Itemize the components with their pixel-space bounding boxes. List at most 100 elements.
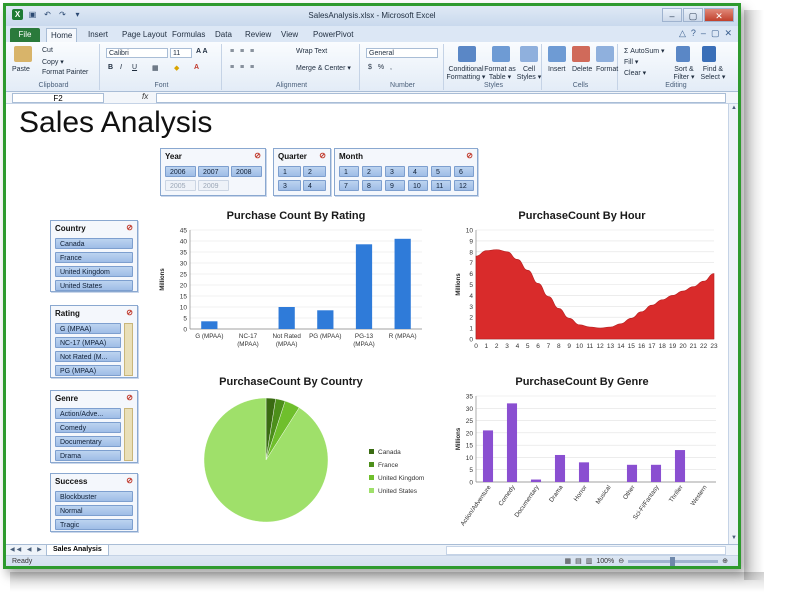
workbook-minimize-icon[interactable]: – [701,28,706,39]
delete-button[interactable]: Delete [572,66,592,73]
minimize-button[interactable]: – [662,8,682,22]
name-box[interactable]: F2 [12,93,104,103]
find-select-icon[interactable] [702,46,716,62]
slicer-item-quarter[interactable]: 2 [303,166,326,177]
font-name-dropdown[interactable]: Calibri [106,48,168,58]
conditional-formatting-button[interactable]: Conditional Formatting ▾ [446,66,486,81]
slicer-item-country[interactable]: United States [55,280,133,291]
number-format-dropdown[interactable]: General [366,48,438,58]
slicer-item-year[interactable]: 2008 [231,166,262,177]
borders-icon[interactable]: ▦ [152,64,159,72]
conditional-formatting-icon[interactable] [458,46,476,62]
sort-filter-button[interactable]: Sort & Filter ▾ [670,66,698,81]
tab-formulas[interactable]: Formulas [168,28,209,42]
vertical-align-icons[interactable]: ≡ ≡ ≡ [230,48,256,55]
slicer-item-month[interactable]: 4 [408,166,428,177]
slicer-item-month[interactable]: 12 [454,180,474,191]
zoom-out-icon[interactable]: ⊖ [618,557,624,565]
slicer-item-rating[interactable]: G (MPAA) [55,323,121,334]
slicer-item-month[interactable]: 5 [431,166,451,177]
fill-button[interactable]: Fill ▾ [624,58,638,66]
slicer-item-country[interactable]: United Kingdom [55,266,133,277]
slicer-item-year[interactable]: 2005 [165,180,196,191]
slicer-item-genre[interactable]: Comedy [55,422,121,433]
slicer-item-month[interactable]: 8 [362,180,382,191]
format-cells-icon[interactable] [596,46,614,62]
merge-center-button[interactable]: Merge & Center ▾ [296,64,351,72]
copy-button[interactable]: Copy ▾ [42,58,64,66]
sort-filter-icon[interactable] [676,46,690,62]
close-button[interactable]: ✕ [704,8,734,22]
insert-cells-icon[interactable] [548,46,566,62]
slicer-item-quarter[interactable]: 4 [303,180,326,191]
worksheet[interactable]: Sales Analysis Year ⊘ 2006 2007 2008 2005… [6,104,728,544]
chart-country[interactable]: Canada France United Kingdom United States [186,392,446,532]
slicer-item-genre[interactable]: Drama [55,450,121,461]
view-layout-icon[interactable]: ▤ [575,557,582,565]
view-pagebreak-icon[interactable]: ▥ [586,557,593,565]
wrap-text-button[interactable]: Wrap Text [296,48,327,55]
tab-data[interactable]: Data [211,28,236,42]
slicer-item-year[interactable]: 2009 [198,180,229,191]
underline-icon[interactable]: U [132,64,137,71]
slicer-item-success[interactable]: Tragic [55,519,133,530]
clear-filter-icon[interactable]: ⊘ [466,151,473,160]
slicer-item-quarter[interactable]: 1 [278,166,301,177]
workbook-close-icon[interactable]: ✕ [724,28,732,39]
insert-button[interactable]: Insert [548,66,566,73]
clear-filter-icon[interactable]: ⊘ [319,151,326,160]
slicer-item-month[interactable]: 10 [408,180,428,191]
slicer-item-month[interactable]: 6 [454,166,474,177]
slicer-item-success[interactable]: Normal [55,505,133,516]
formula-input[interactable] [156,93,726,103]
format-as-table-button[interactable]: Format as Table ▾ [484,66,516,81]
tab-page-layout[interactable]: Page Layout [118,28,171,42]
workbook-restore-icon[interactable]: ▢ [711,28,720,39]
slicer-item-year[interactable]: 2007 [198,166,229,177]
format-button[interactable]: Format [596,66,618,73]
chart-rating[interactable]: 051015202530354045MillionsG (MPAA) NC-17(… [156,224,431,359]
slicer-item-genre[interactable]: Documentary [55,436,121,447]
bold-icon[interactable]: B [108,64,113,71]
slicer-item-month[interactable]: 3 [385,166,405,177]
slicer-scrollbar[interactable] [124,408,133,461]
paste-icon[interactable] [14,46,32,62]
clear-filter-icon[interactable]: ⊘ [126,223,133,232]
clear-filter-icon[interactable]: ⊘ [126,476,133,485]
tab-insert[interactable]: Insert [84,28,112,42]
slicer-item-country[interactable]: France [55,252,133,263]
clear-filter-icon[interactable]: ⊘ [254,151,261,160]
delete-cells-icon[interactable] [572,46,590,62]
zoom-slider[interactable] [628,556,719,566]
clear-button[interactable]: Clear ▾ [624,69,646,77]
tab-home[interactable]: Home [46,28,78,42]
cut-button[interactable]: Cut [42,47,53,54]
scroll-down-icon[interactable]: ▼ [730,535,738,543]
slicer-item-year[interactable]: 2006 [165,166,196,177]
slicer-item-genre[interactable]: Action/Adve... [55,408,121,419]
tab-powerpivot[interactable]: PowerPivot [309,28,357,42]
format-painter-button[interactable]: Format Painter [42,69,88,76]
format-table-icon[interactable] [492,46,510,62]
horizontal-scrollbar[interactable] [446,546,726,555]
zoom-level[interactable]: 100% [596,558,614,565]
slicer-item-rating[interactable]: Not Rated (M... [55,351,121,362]
view-normal-icon[interactable]: ▦ [564,557,571,565]
vertical-scrollbar[interactable]: ▲ ▼ [728,104,738,544]
chart-hour[interactable]: 012345678910Millions0 1 2 3 4 5 6 7 8 9 10 11 12 13 14… [452,224,722,359]
clear-filter-icon[interactable]: ⊘ [126,308,133,317]
slicer-item-month[interactable]: 2 [362,166,382,177]
italic-icon[interactable]: I [120,64,122,71]
help-icon[interactable]: ? [691,28,696,39]
slicer-item-rating[interactable]: PG (MPAA) [55,365,121,376]
slicer-scrollbar[interactable] [124,323,133,376]
grow-font-icon[interactable]: A A [196,48,208,55]
number-format-icons[interactable]: $ % , [368,64,394,71]
clear-filter-icon[interactable]: ⊘ [126,393,133,402]
slicer-item-country[interactable]: Canada [55,238,133,249]
slicer-item-rating[interactable]: NC-17 (MPAA) [55,337,121,348]
slicer-item-month[interactable]: 7 [339,180,359,191]
font-color-icon[interactable]: A [194,64,199,71]
zoom-slider-thumb[interactable] [670,556,676,566]
zoom-in-icon[interactable]: ⊕ [722,557,728,565]
